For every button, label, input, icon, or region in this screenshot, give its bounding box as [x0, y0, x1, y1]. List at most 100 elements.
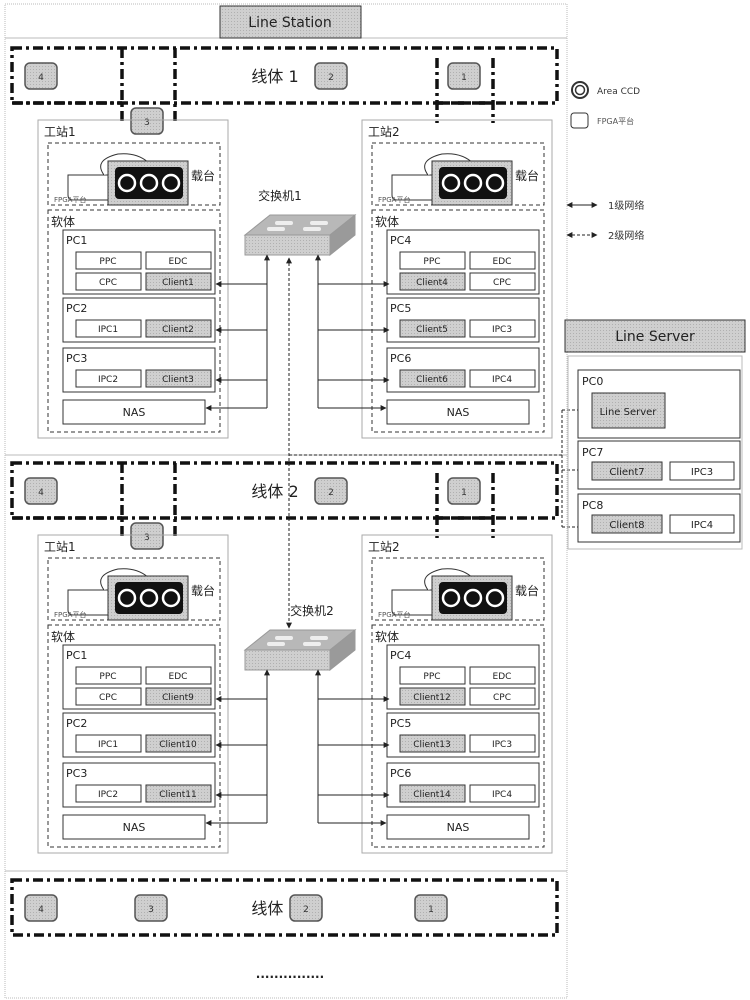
- module-client3: Client3: [145, 369, 212, 388]
- module-label: IPC2: [98, 375, 118, 385]
- switch-1: 交换机1: [243, 188, 357, 257]
- pc-name: PC2: [66, 302, 87, 315]
- position-1: 1: [447, 62, 481, 90]
- position-label: 1: [461, 488, 467, 498]
- module-edc: EDC: [469, 666, 536, 685]
- pc-name: PC7: [582, 446, 603, 459]
- module-label: CPC: [493, 278, 511, 288]
- position-3: 3: [130, 107, 164, 135]
- stage-label: 载台: [191, 583, 215, 598]
- software-label: 软体: [51, 630, 75, 644]
- switch-2: 交换机2: [243, 603, 357, 672]
- line-station-title: Line Station: [248, 15, 331, 31]
- module-cpc: CPC: [469, 272, 536, 291]
- module-label: Client10: [159, 740, 197, 750]
- station-4: 工站2FPGA平台载台软体PC4PPC EDCClient12 CPCPC5Clie…: [361, 534, 553, 854]
- pc-pc1: PC1 PPC EDC CPC Client9: [62, 644, 216, 710]
- module-ppc: PPC: [399, 666, 466, 685]
- module-client1: Client1: [145, 272, 212, 291]
- module-ipc4: IPC4: [469, 784, 536, 803]
- module-client9: Client9: [145, 687, 212, 706]
- switch-port-icon: [267, 642, 285, 646]
- module-label: IPC1: [98, 740, 118, 750]
- module-label: Client13: [413, 740, 451, 750]
- nas-label: NAS: [447, 406, 470, 419]
- pc-name: PC1: [66, 649, 87, 662]
- module-label: EDC: [493, 257, 512, 267]
- module-ipc2: IPC2: [75, 369, 142, 388]
- station-name: 工站2: [368, 125, 400, 139]
- ccd-holder: [439, 582, 507, 614]
- module-label: Client3: [162, 375, 194, 385]
- module-cpc: CPC: [469, 687, 536, 706]
- pc-pc5: PC5 Client5 IPC3: [386, 297, 540, 343]
- module-label: IPC3: [492, 740, 512, 750]
- module-label: Client2: [162, 325, 194, 335]
- ccd-holder: [115, 167, 183, 199]
- position-4: 4: [24, 894, 58, 922]
- line-server-panel: Line Server PC0 Line Server PC7 Client7 IPC3…: [564, 319, 746, 550]
- switch-port-icon: [303, 642, 321, 646]
- line-body-1: 线体 1 4 3 2 1: [10, 46, 559, 135]
- pc-name: PC2: [66, 717, 87, 730]
- module-edc: EDC: [145, 251, 212, 270]
- module-label: IPC4: [691, 520, 713, 531]
- more-lines-ellipsis: ...............: [256, 967, 324, 981]
- pc-pc3: PC3 IPC2 Client11: [62, 762, 216, 808]
- module-label: PPC: [99, 672, 116, 682]
- module-client11: Client11: [145, 784, 212, 803]
- module-client12: Client12: [399, 687, 466, 706]
- module-label: Client9: [162, 693, 194, 703]
- pc-name: PC5: [390, 717, 411, 730]
- module-label: IPC3: [691, 467, 713, 478]
- position-label: 2: [328, 73, 334, 83]
- position-label: 1: [461, 73, 467, 83]
- module-label: CPC: [493, 693, 511, 703]
- module-cpc: CPC: [75, 687, 142, 706]
- pc-name: PC0: [582, 375, 603, 388]
- stage-label: 载台: [515, 583, 539, 598]
- pc-pc0: PC0 Line Server: [577, 369, 741, 439]
- module-label: PPC: [99, 257, 116, 267]
- line-server-title: Line Server: [615, 329, 695, 345]
- fpga-label: FPGA平台: [54, 610, 86, 619]
- module-ipc2: IPC2: [75, 784, 142, 803]
- module-client10: Client10: [145, 734, 212, 753]
- module-label: IPC3: [492, 325, 512, 335]
- position-4: 4: [24, 477, 58, 505]
- module-label: IPC4: [492, 375, 512, 385]
- module-label: IPC2: [98, 790, 118, 800]
- switch-port-icon: [275, 636, 293, 640]
- position-label: 4: [38, 73, 44, 83]
- position-label: 2: [328, 488, 334, 498]
- stage-label: 载台: [515, 168, 539, 183]
- pc-name: PC3: [66, 767, 87, 780]
- pc-pc8: PC8 Client8 IPC4: [577, 493, 741, 543]
- module-label: PPC: [423, 672, 440, 682]
- station-3: 工站1 FPGA平台 载台软体 PC1 PPC EDC CPC Client9 PC2 IPC1 C…: [37, 534, 229, 854]
- pc-name: PC3: [66, 352, 87, 365]
- position-3: 3: [134, 894, 168, 922]
- module-label: Client1: [162, 278, 194, 288]
- software-label: 软体: [375, 215, 399, 229]
- position-4: 4: [24, 62, 58, 90]
- module-client6: Client6: [399, 369, 466, 388]
- module-label: IPC4: [492, 790, 512, 800]
- station-name: 工站1: [44, 540, 76, 554]
- ccd-holder: [115, 582, 183, 614]
- position-label: 4: [38, 488, 44, 498]
- pc-pc2: PC2 IPC1 Client10: [62, 712, 216, 758]
- module-client2: Client2: [145, 319, 212, 338]
- position-2: 2: [314, 477, 348, 505]
- switch-front: [244, 649, 331, 671]
- module-label: Client8: [609, 520, 644, 531]
- pc-pc7: PC7 Client7 IPC3: [577, 440, 741, 490]
- fpga-label: FPGA平台: [54, 195, 86, 204]
- switch-port-icon: [267, 227, 285, 231]
- pc-name: PC6: [390, 352, 411, 365]
- legend: Area CCD FPGA平台 1级网络 2级网络: [566, 81, 644, 242]
- software-label: 软体: [375, 630, 399, 644]
- switch-port-icon: [310, 636, 328, 640]
- line-body-2: 线体 2 4 3 2 1: [10, 461, 559, 550]
- nas-label: NAS: [447, 821, 470, 834]
